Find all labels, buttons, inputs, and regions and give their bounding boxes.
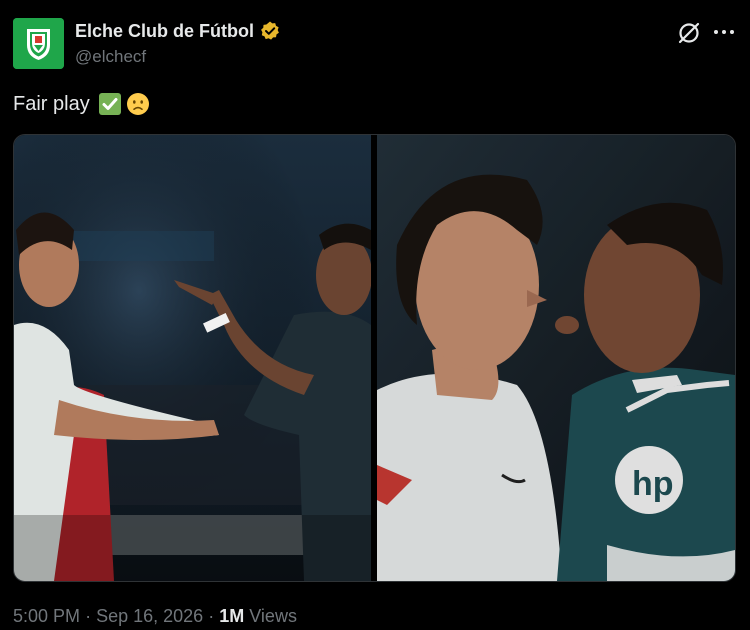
display-name[interactable]: Elche Club de Fútbol [75, 19, 254, 43]
frowning-face-emoji [126, 93, 149, 115]
handle[interactable]: @elchecf [75, 46, 146, 68]
more-horizontal-icon[interactable] [712, 22, 736, 42]
post-date[interactable]: Sep 16, 2026 [96, 606, 203, 626]
photo-2[interactable]: hp [377, 135, 735, 581]
views-count: 1M [219, 606, 245, 626]
views-label: Views [249, 606, 297, 626]
verified-badge-icon[interactable] [259, 20, 281, 42]
check-mark-button-emoji [98, 93, 121, 115]
meta-separator: · [208, 606, 215, 626]
photo-1[interactable] [14, 135, 371, 581]
grok-icon[interactable] [676, 20, 702, 46]
avatar[interactable] [13, 18, 64, 69]
tweet-text: Fair play [13, 90, 150, 118]
post-meta: 5:00 PM · Sep 16, 2026 · 1M Views [13, 604, 297, 628]
meta-separator: · [85, 606, 92, 626]
display-name-row: Elche Club de Fútbol [75, 19, 281, 43]
players-arguing-pointing-photo [14, 135, 371, 581]
tweet-text-content: Fair play [13, 93, 90, 115]
elche-crest-icon [13, 18, 64, 69]
players-face-to-face-photo: hp [377, 135, 735, 581]
post-time[interactable]: 5:00 PM [13, 606, 80, 626]
media-grid: hp [13, 134, 736, 582]
tweet: Elche Club de Fútbol @elchecf Fair play [0, 0, 750, 630]
